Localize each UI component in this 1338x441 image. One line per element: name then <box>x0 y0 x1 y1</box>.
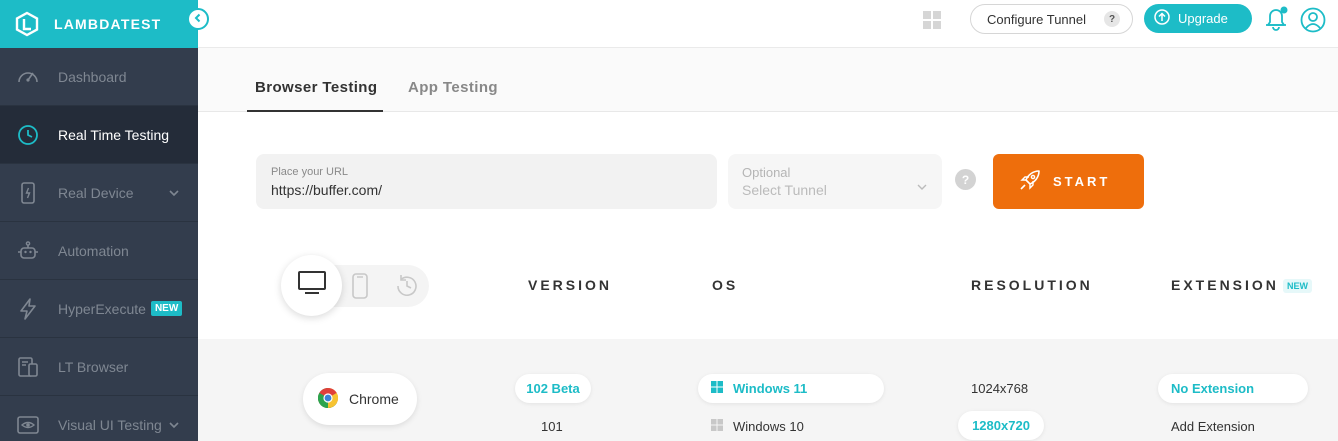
windows-logo-icon <box>711 381 723 396</box>
tunnel-optional-label: Optional <box>742 165 791 180</box>
tab-app-testing[interactable]: App Testing <box>408 79 498 96</box>
os-option-selected[interactable]: Windows 11 <box>698 374 884 403</box>
column-header-os: OS <box>712 277 739 293</box>
collapse-sidebar-button[interactable] <box>187 8 209 30</box>
tab-browser-testing[interactable]: Browser Testing <box>255 79 377 96</box>
url-field[interactable]: Place your URL <box>256 154 717 209</box>
eye-monitor-icon <box>14 411 42 439</box>
sidebar-item-hyperexecute[interactable]: HyperExecute NEW <box>0 280 198 338</box>
url-placeholder-label: Place your URL <box>271 166 349 178</box>
add-extension-option[interactable]: Add Extension <box>1171 419 1255 434</box>
configure-tunnel-button[interactable]: Configure Tunnel ? <box>970 4 1133 34</box>
apps-grid-icon[interactable] <box>922 10 942 35</box>
extension-label: No Extension <box>1171 381 1255 396</box>
configure-tunnel-label: Configure Tunnel <box>987 11 1087 27</box>
column-header-extension: EXTENSION <box>1171 277 1279 293</box>
desktop-monitor-icon <box>297 270 327 301</box>
column-header-resolution: RESOLUTION <box>971 277 1093 293</box>
dashboard-gauge-icon <box>14 63 42 91</box>
app-root: LAMBDATEST Dashboard Real Time Testing R… <box>0 0 1338 441</box>
sidebar: LAMBDATEST Dashboard Real Time Testing R… <box>0 0 209 441</box>
os-label: Windows 11 <box>733 381 808 396</box>
upgrade-button[interactable]: Upgrade <box>1144 4 1252 33</box>
windows-logo-icon <box>711 419 723 434</box>
os-option[interactable]: Windows 10 <box>711 419 804 434</box>
robot-icon <box>14 237 42 265</box>
brand-header[interactable]: LAMBDATEST <box>0 0 198 48</box>
sidebar-item-label: HyperExecute <box>58 300 146 317</box>
chrome-icon <box>317 387 339 412</box>
sidebar-item-label: Real Device <box>58 184 134 201</box>
sidebar-item-real-time-testing[interactable]: Real Time Testing <box>0 106 198 164</box>
tunnel-select[interactable]: Optional Select Tunnel <box>728 154 942 209</box>
version-option[interactable]: 101 <box>541 419 563 434</box>
tunnel-select-value: Select Tunnel <box>742 182 827 198</box>
sidebar-item-real-device[interactable]: Real Device <box>0 164 198 222</box>
help-icon[interactable]: ? <box>1104 11 1120 27</box>
main-content: Place your URL Optional Select Tunnel ? … <box>198 112 1338 441</box>
column-header-version: VERSION <box>528 277 613 293</box>
new-badge: NEW <box>150 301 183 316</box>
user-profile-icon[interactable] <box>1300 7 1326 38</box>
version-label: 102 Beta <box>526 381 580 396</box>
resolution-label: 1280x720 <box>972 418 1030 433</box>
lightning-icon <box>14 295 42 323</box>
sidebar-item-label: Visual UI Testing <box>58 416 162 433</box>
chevron-down-icon <box>916 180 928 198</box>
lambdatest-logo-icon <box>14 11 40 37</box>
sidebar-item-dashboard[interactable]: Dashboard <box>0 48 198 106</box>
url-input[interactable] <box>271 182 691 198</box>
top-bar: Configure Tunnel ? Upgrade <box>198 0 1338 48</box>
start-label: START <box>1053 174 1111 189</box>
clock-icon <box>14 121 42 149</box>
sidebar-item-label: LT Browser <box>58 358 129 375</box>
testing-tabs: Browser Testing App Testing <box>198 48 1338 112</box>
sidebar-nav: Dashboard Real Time Testing Real Device <box>0 48 198 441</box>
history-clock-icon[interactable] <box>394 273 420 304</box>
resolution-option-selected[interactable]: 1280x720 <box>958 411 1044 440</box>
version-option-selected[interactable]: 102 Beta <box>515 374 591 403</box>
extension-option-selected[interactable]: No Extension <box>1158 374 1308 403</box>
sidebar-item-label: Real Time Testing <box>58 126 170 143</box>
selection-list: Chrome 102 Beta 101 Windows 11 Windows 1… <box>198 339 1338 441</box>
sidebar-item-label: Automation <box>58 242 129 259</box>
lt-browser-icon <box>14 353 42 381</box>
mobile-device-icon[interactable] <box>350 273 370 304</box>
tunnel-help-icon[interactable]: ? <box>955 169 976 190</box>
sidebar-item-automation[interactable]: Automation <box>0 222 198 280</box>
notification-bell-icon[interactable] <box>1262 5 1290 38</box>
chevron-down-icon <box>168 418 180 434</box>
sidebar-item-lt-browser[interactable]: LT Browser <box>0 338 198 396</box>
browser-name: Chrome <box>349 391 399 407</box>
chevron-left-icon <box>193 10 203 28</box>
extension-new-badge: NEW <box>1283 279 1312 293</box>
sidebar-item-visual-ui-testing[interactable]: Visual UI Testing <box>0 396 198 441</box>
desktop-device-button[interactable] <box>281 255 342 316</box>
resolution-option[interactable]: 1024x768 <box>971 381 1028 396</box>
arrow-up-circle-icon <box>1154 9 1170 28</box>
chevron-down-icon <box>168 186 180 202</box>
rocket-icon <box>1019 169 1041 194</box>
upgrade-label: Upgrade <box>1178 11 1228 26</box>
os-label: Windows 10 <box>733 419 804 434</box>
start-button[interactable]: START <box>993 154 1144 209</box>
mobile-device-icon <box>14 179 42 207</box>
sidebar-item-label: Dashboard <box>58 68 127 85</box>
browser-chrome-button[interactable]: Chrome <box>303 373 417 425</box>
brand-name: LAMBDATEST <box>54 16 162 32</box>
